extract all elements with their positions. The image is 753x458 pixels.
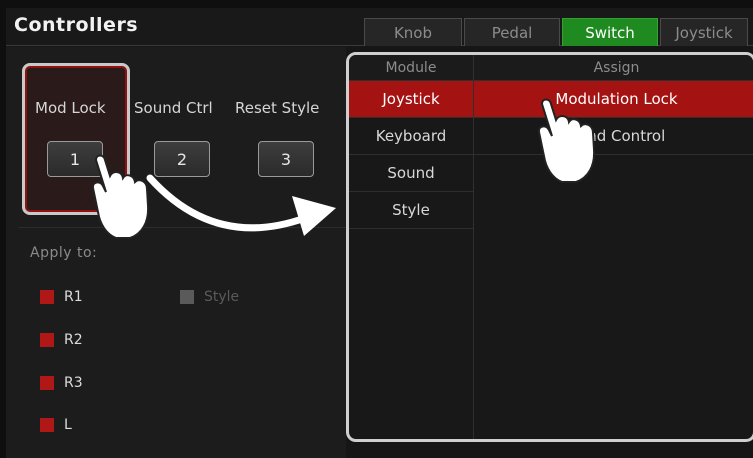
checkbox-indicator (40, 290, 54, 304)
tab-switch[interactable]: Switch (562, 18, 658, 46)
switch-1-button[interactable]: 1 (47, 141, 103, 177)
checkbox-indicator (40, 376, 54, 390)
apply-to-label: Apply to: (30, 245, 98, 261)
apply-checkbox-r2[interactable]: R2 (40, 332, 83, 348)
tab-pedal[interactable]: Pedal (464, 18, 560, 46)
checkbox-label: R1 (64, 289, 83, 305)
assign-item-modulation-lock[interactable]: Modulation Lock (474, 81, 753, 118)
apply-checkbox-style[interactable]: Style (180, 289, 239, 305)
divider (18, 227, 346, 228)
assign-item-bend-control[interactable]: Bend Control (474, 118, 753, 155)
tab-joystick[interactable]: Joystick (660, 18, 748, 46)
checkbox-label: R3 (64, 375, 83, 391)
checkbox-label: L (64, 417, 72, 433)
tab-knob[interactable]: Knob (364, 18, 462, 46)
slot-label-mod-lock: Mod Lock (35, 99, 106, 117)
switch-2-button[interactable]: 2 (154, 141, 210, 177)
page-title: Controllers (14, 14, 139, 36)
switch-panel: Mod Lock Sound Ctrl Reset Style 1 2 3 Ap… (6, 47, 346, 458)
checkbox-indicator (180, 290, 194, 304)
apply-checkbox-l[interactable]: L (40, 417, 72, 433)
selected-slot-highlight (22, 63, 130, 215)
module-list: Module Joystick Keyboard Sound Style (349, 55, 474, 439)
module-item-joystick[interactable]: Joystick (349, 81, 473, 118)
checkbox-indicator (40, 418, 54, 432)
checkbox-indicator (40, 333, 54, 347)
assign-header: Assign (474, 55, 753, 81)
assign-panel: Module Joystick Keyboard Sound Style Ass… (346, 52, 753, 442)
module-header: Module (349, 55, 473, 81)
apply-checkbox-r1[interactable]: R1 (40, 289, 83, 305)
tab-bar: Knob Pedal Switch Joystick (364, 18, 748, 46)
module-item-sound[interactable]: Sound (349, 155, 473, 192)
slot-label-sound-ctrl: Sound Ctrl (134, 99, 213, 117)
header-bar: Controllers Knob Pedal Switch Joystick (6, 8, 753, 46)
controllers-screen: Controllers Knob Pedal Switch Joystick M… (6, 8, 753, 458)
apply-checkbox-r3[interactable]: R3 (40, 375, 83, 391)
checkbox-label: Style (204, 289, 240, 305)
module-item-style[interactable]: Style (349, 192, 473, 229)
module-item-keyboard[interactable]: Keyboard (349, 118, 473, 155)
slot-label-reset-style: Reset Style (235, 99, 320, 117)
checkbox-label: R2 (64, 332, 83, 348)
assign-list: Assign Modulation Lock Bend Control (474, 55, 753, 439)
switch-3-button[interactable]: 3 (258, 141, 314, 177)
